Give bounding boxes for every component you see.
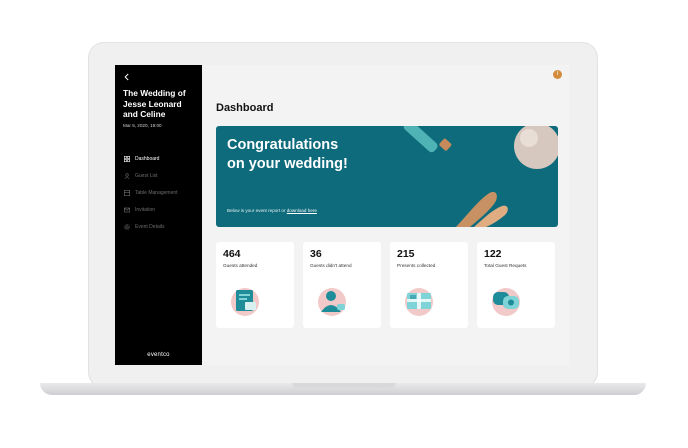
stat-card-guests-not-attended: 36 Guests didn't attend [303, 242, 381, 328]
stat-label: Guests attended [223, 263, 258, 268]
sidebar-nav: Dashboard Guest List Table Management In… [123, 151, 194, 236]
sidebar-item-label: Guest List [135, 173, 158, 179]
stat-value: 464 [223, 248, 241, 260]
stat-card-presents-collected: 215 Presents collected [390, 242, 468, 328]
user-icon [123, 173, 130, 180]
envelope-icon [123, 207, 130, 213]
grid-icon [123, 156, 130, 163]
sidebar-item-table-management[interactable]: Table Management [123, 185, 194, 202]
chat-bubbles-icon [492, 288, 520, 316]
download-link[interactable]: download here [287, 208, 317, 213]
settings-icon [123, 224, 130, 230]
gift-icon [405, 288, 433, 316]
brand-logo: eventco [147, 352, 170, 358]
stat-label: Guests didn't attend [310, 263, 352, 268]
table-icon [123, 190, 130, 197]
guest-avatar-icon [318, 288, 346, 316]
sidebar-item-dashboard[interactable]: Dashboard [123, 151, 194, 168]
stats-row: 464 Guests attended 36 Guests didn't att… [216, 242, 558, 328]
stat-label: Total Guest Requets [484, 263, 527, 268]
sidebar-item-label: Table Management [135, 190, 178, 196]
sidebar: The Wedding of Jesse Leonard and Celine … [115, 65, 202, 365]
laptop-notch [292, 383, 396, 388]
stat-card-guests-attended: 464 Guests attended [216, 242, 294, 328]
event-title: The Wedding of Jesse Leonard and Celine [123, 88, 186, 119]
banner-heading: Congratulations on your wedding! [227, 136, 348, 174]
page-title: Dashboard [216, 102, 274, 114]
sidebar-item-guest-list[interactable]: Guest List [123, 168, 194, 185]
sidebar-item-event-details[interactable]: Event Details [123, 219, 194, 236]
sidebar-item-label: Invitation [135, 207, 156, 213]
chevron-left-icon[interactable] [123, 73, 133, 83]
sidebar-item-invitation[interactable]: Invitation [123, 202, 194, 219]
invitation-card-icon [231, 288, 259, 316]
stat-value: 36 [310, 248, 322, 260]
sidebar-item-label: Dashboard [135, 156, 160, 162]
banner-footer-text: Below is your event report or [227, 208, 287, 213]
banner-footer: Below is your event report or download h… [227, 208, 317, 213]
app-screen: The Wedding of Jesse Leonard and Celine … [115, 65, 569, 365]
banner-heading-line2: on your wedding! [227, 156, 348, 172]
congratulations-banner: Congratulations on your wedding! Below i… [216, 126, 558, 227]
banner-heading-line1: Congratulations [227, 137, 339, 153]
avatar[interactable]: I [553, 70, 562, 79]
event-date: Mar 5, 2020, 19:00 [123, 122, 162, 128]
sidebar-item-label: Event Details [135, 224, 165, 230]
stat-value: 122 [484, 248, 502, 260]
stat-card-guest-requests: 122 Total Guest Requets [477, 242, 555, 328]
stat-value: 215 [397, 248, 415, 260]
main-content: I Dashboard Congratulations on your wedd… [202, 65, 569, 365]
stat-label: Presents collected [397, 263, 436, 268]
